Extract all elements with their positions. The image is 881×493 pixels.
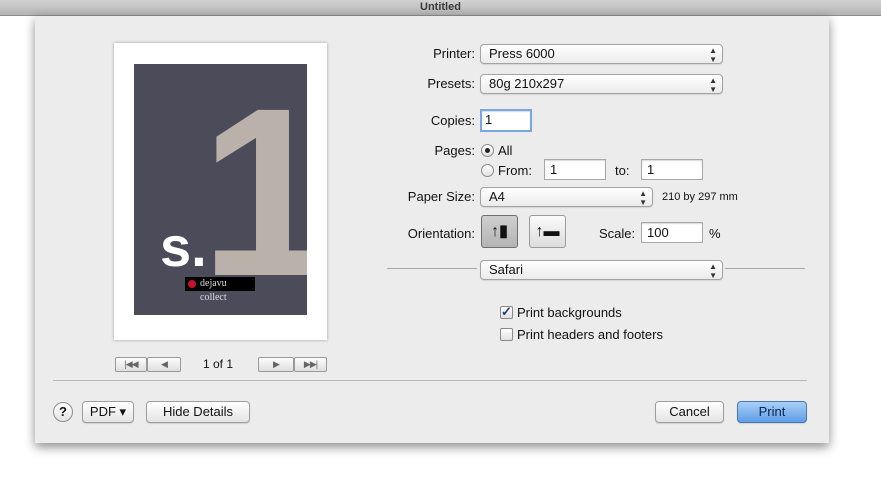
scale-unit: %	[709, 226, 721, 241]
first-page-button[interactable]: |◀◀	[115, 357, 147, 372]
poster-letter: s.	[160, 215, 207, 278]
portrait-orientation-icon: ↑▮	[491, 223, 508, 240]
scale-label: Scale:	[599, 226, 636, 241]
page-counter: 1 of 1	[203, 357, 234, 371]
section-value: Safari	[489, 262, 523, 277]
printer-label: Printer:	[433, 46, 475, 61]
presets-label: Presets:	[427, 76, 475, 91]
last-page-button[interactable]: ▶▶|	[294, 357, 327, 372]
help-icon: ?	[59, 404, 67, 419]
next-page-button[interactable]: ▶	[258, 357, 294, 372]
next-page-icon: ▶	[273, 359, 280, 369]
printer-value: Press 6000	[489, 46, 555, 61]
print-backgrounds-label: Print backgrounds	[517, 305, 622, 320]
pages-from-radio[interactable]	[481, 164, 494, 177]
poster-preview: 1 s. dejavu collect	[134, 64, 307, 315]
print-headers-footers-label: Print headers and footers	[517, 327, 663, 342]
section-divider-right	[725, 268, 805, 269]
paper-size-value: A4	[489, 189, 505, 204]
copies-field[interactable]: 1	[480, 109, 532, 132]
poster-numeral: 1	[200, 64, 307, 315]
orientation-label: Orientation:	[407, 226, 475, 241]
popup-arrows-icon: ▲ ▼	[709, 76, 717, 94]
print-button[interactable]: Print	[737, 401, 807, 423]
portrait-orientation-button[interactable]: ↑▮	[481, 215, 518, 248]
cancel-label: Cancel	[669, 404, 710, 419]
help-button[interactable]: ?	[53, 402, 73, 422]
copies-label: Copies:	[430, 113, 475, 128]
logo-mark-icon	[188, 280, 196, 288]
hide-details-label: Hide Details	[162, 404, 234, 419]
popup-arrows-icon: ▲ ▼	[709, 262, 717, 280]
footer-divider	[53, 380, 807, 381]
checkmark-icon: ✓	[501, 304, 512, 319]
landscape-orientation-icon: ↑▬	[535, 223, 560, 240]
previous-page-icon: ◀	[161, 359, 168, 369]
cancel-button[interactable]: Cancel	[655, 401, 724, 423]
last-page-icon: ▶▶|	[303, 359, 318, 369]
print-label: Print	[758, 404, 786, 419]
popup-arrows-icon: ▲ ▼	[709, 46, 717, 64]
pages-from-label: From:	[498, 163, 532, 178]
pages-to-field[interactable]: 1	[641, 159, 703, 180]
scale-field[interactable]: 100	[641, 222, 703, 243]
poster-logo: dejavu collect	[185, 277, 255, 303]
presets-popup[interactable]: 80g 210x297 ▲ ▼	[480, 74, 723, 94]
section-divider-left	[387, 268, 477, 269]
print-dialog: 1 s. dejavu collect |◀◀ ◀ 1 of 1 ▶ ▶▶| P…	[35, 16, 829, 443]
first-page-icon: |◀◀	[124, 359, 138, 369]
previous-page-button[interactable]: ◀	[147, 357, 181, 372]
window-title: Untitled	[420, 1, 461, 13]
landscape-orientation-button[interactable]: ↑▬	[529, 215, 566, 248]
presets-value: 80g 210x297	[489, 76, 565, 91]
pages-from-field[interactable]: 1	[544, 159, 606, 180]
pdf-menu-button[interactable]: PDF ▾	[82, 401, 134, 423]
pages-to-label: to:	[615, 163, 630, 178]
section-popup[interactable]: Safari ▲ ▼	[480, 260, 723, 280]
hide-details-button[interactable]: Hide Details	[146, 401, 250, 423]
poster-logo-text: dejavu collect	[200, 278, 227, 303]
paper-size-dimensions: 210 by 297 mm	[662, 191, 738, 203]
printer-popup[interactable]: Press 6000 ▲ ▼	[480, 44, 723, 64]
pages-all-label: All	[498, 143, 513, 158]
pages-all-radio[interactable]	[481, 144, 494, 157]
popup-arrows-icon: ▲ ▼	[639, 189, 647, 207]
pdf-label: PDF ▾	[89, 404, 127, 419]
print-headers-footers-checkbox[interactable]	[500, 328, 513, 341]
paper-size-popup[interactable]: A4 ▲ ▼	[480, 187, 653, 207]
print-preview-page: 1 s. dejavu collect	[114, 43, 327, 340]
window-titlebar: Untitled	[0, 0, 881, 16]
paper-size-label: Paper Size:	[407, 189, 475, 204]
pages-label: Pages:	[434, 143, 475, 158]
print-backgrounds-checkbox[interactable]: ✓	[500, 304, 513, 319]
